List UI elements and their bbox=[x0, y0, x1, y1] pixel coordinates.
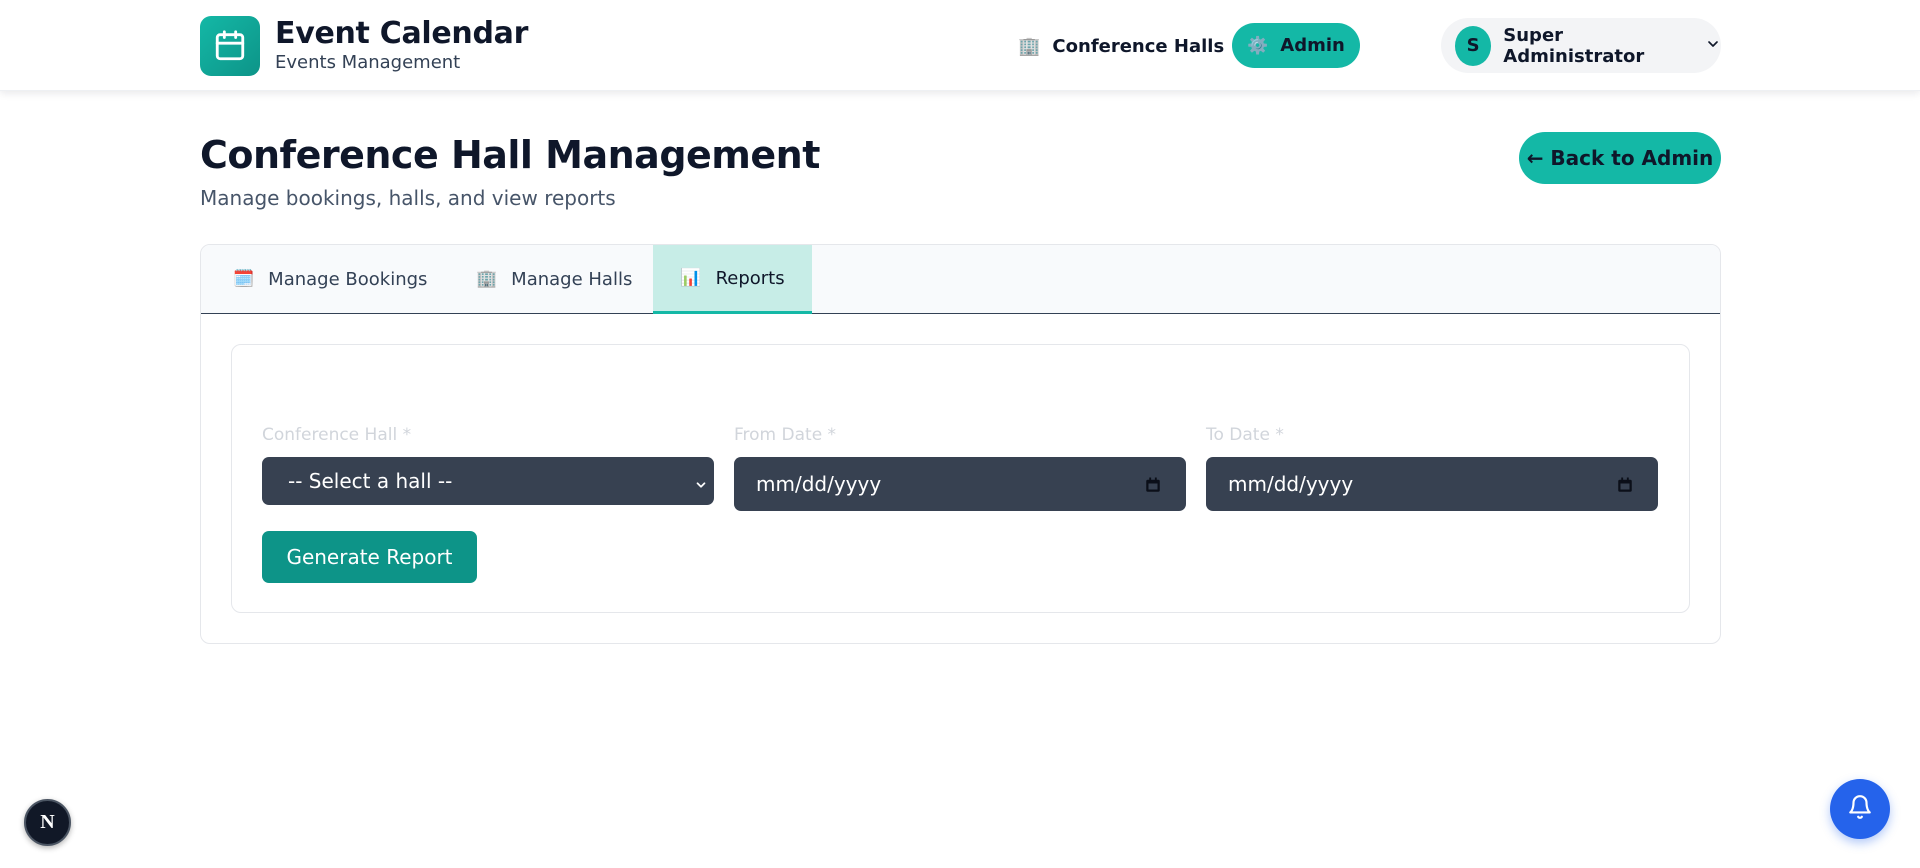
tab-manage-bookings[interactable]: 🗓️ Manage Bookings bbox=[233, 245, 427, 313]
conference-hall-select-value: -- Select a hall -- bbox=[288, 469, 453, 493]
user-name: Super Administrator bbox=[1503, 24, 1645, 67]
tab-label: Reports bbox=[715, 267, 785, 289]
chevron-down-icon bbox=[694, 473, 708, 497]
nav-admin-label: Admin bbox=[1280, 35, 1345, 56]
building-icon: 🏢 bbox=[1018, 35, 1041, 57]
notifications-button[interactable] bbox=[1830, 779, 1890, 839]
avatar: S bbox=[1455, 25, 1492, 66]
conference-hall-label: Conference Hall * bbox=[262, 425, 412, 445]
bar-chart-icon: 📊 bbox=[680, 268, 702, 288]
gear-icon: ⚙️ bbox=[1247, 35, 1269, 56]
calendar-icon[interactable] bbox=[1144, 475, 1162, 499]
tab-bar: 🗓️ Manage Bookings 🏢 Manage Halls 📊 Repo… bbox=[201, 245, 1720, 314]
hall-management-card: 🗓️ Manage Bookings 🏢 Manage Halls 📊 Repo… bbox=[200, 244, 1721, 644]
brand[interactable]: Event Calendar Events Management bbox=[200, 16, 528, 76]
tab-manage-halls[interactable]: 🏢 Manage Halls bbox=[476, 245, 632, 313]
generate-report-button[interactable]: Generate Report bbox=[262, 531, 477, 583]
top-navbar: Event Calendar Events Management 🏢 Confe… bbox=[0, 0, 1920, 91]
app-subtitle: Events Management bbox=[275, 52, 461, 73]
from-date-input[interactable]: mm/dd/yyyy bbox=[734, 457, 1186, 511]
nav-conference-halls[interactable]: 🏢 Conference Halls bbox=[1018, 24, 1224, 68]
calendar-icon[interactable] bbox=[1616, 475, 1634, 499]
nextjs-dev-badge[interactable]: N bbox=[24, 799, 71, 846]
tab-label: Manage Bookings bbox=[268, 268, 428, 290]
to-date-input[interactable]: mm/dd/yyyy bbox=[1206, 457, 1658, 511]
bell-icon bbox=[1847, 794, 1873, 824]
nav-conference-halls-label: Conference Halls bbox=[1052, 35, 1225, 57]
calendar-icon bbox=[200, 16, 260, 76]
building-icon: 🏢 bbox=[476, 269, 498, 289]
to-date-value: mm/dd/yyyy bbox=[1228, 472, 1354, 496]
from-date-label: From Date * bbox=[734, 425, 837, 445]
nav-admin-button[interactable]: ⚙️ Admin bbox=[1232, 23, 1360, 68]
tab-label: Manage Halls bbox=[511, 268, 633, 290]
page-title: Conference Hall Management bbox=[200, 133, 820, 177]
tab-reports[interactable]: 📊 Reports bbox=[653, 245, 812, 314]
report-form: Conference Hall * From Date * To Date * … bbox=[231, 344, 1690, 613]
conference-hall-select[interactable]: -- Select a hall -- bbox=[262, 457, 714, 505]
page-subtitle: Manage bookings, halls, and view reports bbox=[200, 186, 616, 210]
calendar-icon: 🗓️ bbox=[233, 269, 255, 289]
chevron-down-icon bbox=[1705, 36, 1721, 56]
user-menu-button[interactable]: S Super Administrator bbox=[1441, 18, 1721, 73]
to-date-label: To Date * bbox=[1206, 425, 1284, 445]
from-date-value: mm/dd/yyyy bbox=[756, 472, 882, 496]
app-title: Event Calendar bbox=[275, 16, 529, 51]
back-to-admin-button[interactable]: ← Back to Admin bbox=[1519, 132, 1721, 184]
